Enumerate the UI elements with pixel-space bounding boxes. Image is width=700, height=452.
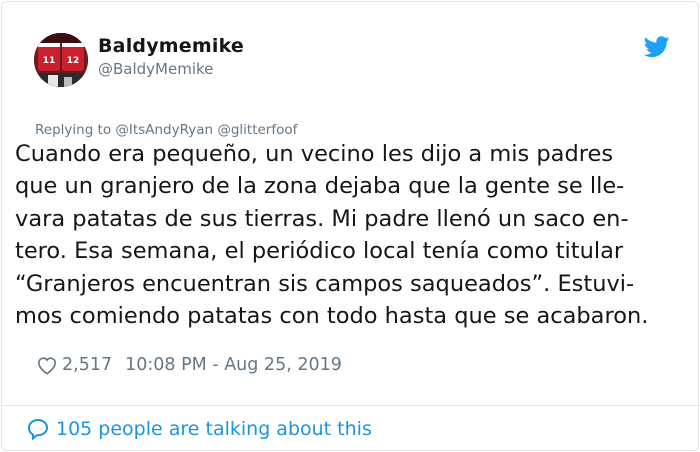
tweet-text-line: mos comiendo patatas con todo hasta que …	[15, 303, 649, 330]
like-count[interactable]: 2,517	[62, 355, 112, 375]
twitter-bird-icon[interactable]	[644, 36, 670, 58]
reply-mention-link[interactable]: @glitterfoof	[217, 122, 297, 138]
tweet-text-line: “Granjeros encuentran sis campos saquead…	[15, 270, 635, 297]
avatar[interactable]: 11 12	[34, 33, 88, 87]
speech-bubble-icon	[27, 418, 49, 441]
heart-icon[interactable]	[36, 355, 58, 375]
tweet-text: Cuando era pequeño, un vecino les dijo a…	[15, 138, 699, 332]
tweet-meta: 2,517 10:08 PM - Aug 25, 2019	[36, 352, 342, 378]
avatar-number-left: 11	[43, 56, 56, 66]
tweet-card: 11 12 Baldymemike @BaldyMemike Replying …	[1, 1, 700, 451]
tweet-timestamp[interactable]: 10:08 PM - Aug 25, 2019	[125, 355, 342, 375]
user-handle[interactable]: @BaldyMemike	[98, 60, 213, 78]
replying-prefix: Replying to	[35, 122, 112, 138]
conversation-link[interactable]: 105 people are talking about this	[26, 416, 372, 442]
display-name[interactable]: Baldymemike	[98, 35, 244, 57]
avatar-image: 11 12	[34, 33, 88, 87]
tweet-text-line: vara patatas de sus tierras. Mi padre ll…	[15, 205, 629, 232]
avatar-number-right: 12	[67, 56, 80, 66]
tweet-text-line: tero. Esa semana, el periódico local ten…	[15, 238, 624, 265]
divider	[2, 405, 700, 406]
tweet-text-line: que un granjero de la zona dejaba que la…	[15, 173, 625, 200]
conversation-label[interactable]: 105 people are talking about this	[56, 418, 372, 440]
reply-mention-link[interactable]: @ItsAndyRyan	[115, 122, 213, 138]
tweet-text-line: Cuando era pequeño, un vecino les dijo a…	[15, 141, 614, 167]
replying-to-line: Replying to @ItsAndyRyan @glitterfoof	[35, 122, 297, 138]
